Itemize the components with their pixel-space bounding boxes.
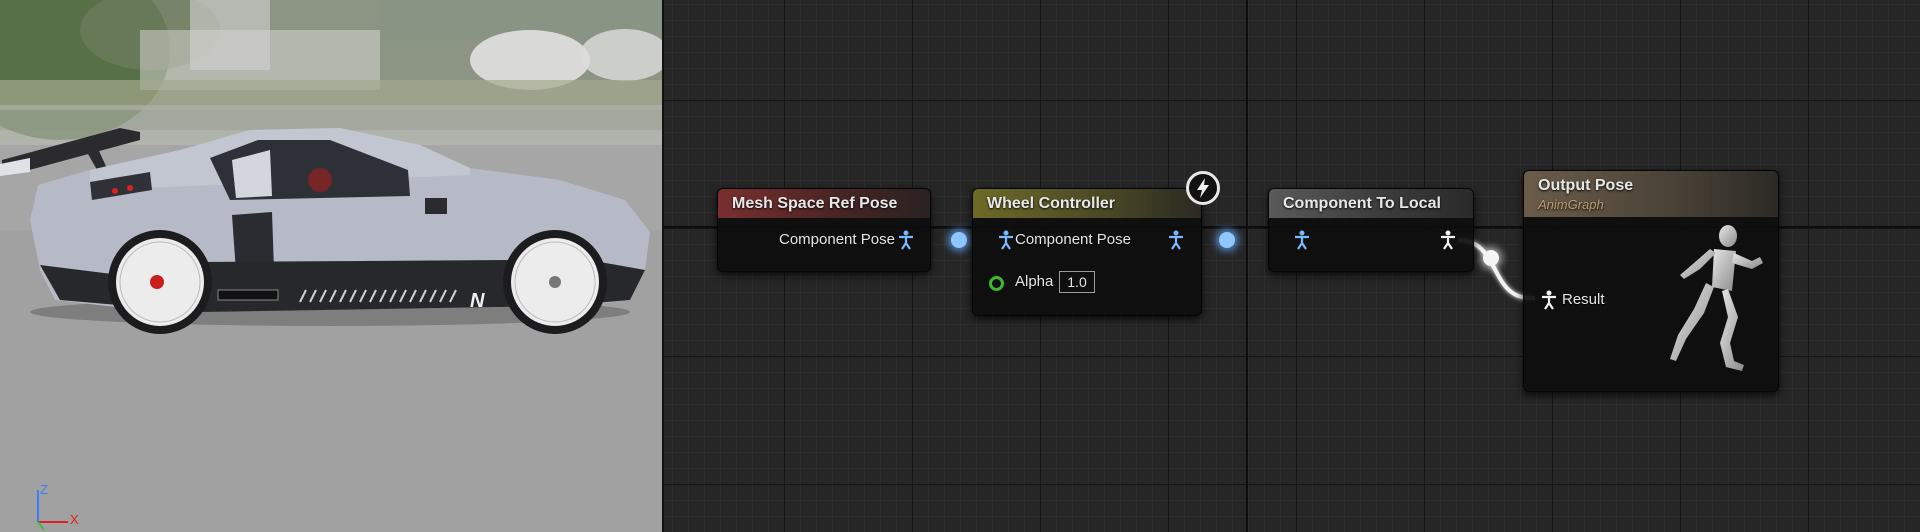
pose-pin-input-icon[interactable]: [1293, 230, 1311, 250]
node-title: Mesh Space Ref Pose: [732, 194, 898, 212]
alpha-pin-icon[interactable]: [989, 276, 1004, 291]
wire-knot-1[interactable]: [951, 232, 967, 248]
pose-pin-input-icon[interactable]: [997, 230, 1015, 250]
node-header: Wheel Controller: [973, 189, 1201, 218]
node-component-to-local[interactable]: Component To Local: [1268, 188, 1474, 272]
local-pose-pin-output-icon[interactable]: [1439, 230, 1457, 250]
local-pose-pin-input-icon[interactable]: [1540, 290, 1558, 310]
viewport-scene: N: [0, 0, 662, 532]
axis-gizmo: [37, 490, 68, 530]
node-title: Wheel Controller: [987, 194, 1116, 212]
node-wheel-controller[interactable]: Wheel Controller Component Pose Alpha 1.…: [972, 188, 1202, 316]
wire-knot-2[interactable]: [1219, 232, 1235, 248]
node-header: Output Pose AnimGraph: [1524, 171, 1778, 217]
pin-label-component-pose-out: Component Pose: [779, 231, 895, 248]
pose-pin-output-icon[interactable]: [897, 230, 915, 250]
node-header: Mesh Space Ref Pose: [718, 189, 930, 218]
viewport-3d[interactable]: N Z X: [0, 0, 662, 532]
node-subtitle: AnimGraph: [1538, 196, 1604, 212]
node-output-pose[interactable]: Output Pose AnimGraph Result: [1523, 170, 1779, 392]
node-header: Component To Local: [1269, 189, 1473, 218]
wire-knot-3[interactable]: [1483, 250, 1499, 266]
node-title: Component To Local: [1283, 194, 1441, 212]
pin-label-result: Result: [1562, 291, 1605, 308]
alpha-value-input[interactable]: 1.0: [1059, 271, 1095, 293]
running-mannequin-icon: [1670, 225, 1763, 371]
lightning-bolt-icon: [1186, 171, 1220, 205]
node-title: Output Pose: [1538, 176, 1634, 194]
graph-origin-vertical-line: [1246, 0, 1248, 532]
node-mesh-space-ref-pose[interactable]: Mesh Space Ref Pose Component Pose: [717, 188, 931, 272]
axis-label-x: X: [70, 512, 79, 527]
pose-pin-output-icon[interactable]: [1167, 230, 1185, 250]
axis-label-z: Z: [40, 482, 48, 497]
pin-label-component-pose-in: Component Pose: [1015, 231, 1131, 248]
svg-text:N: N: [470, 290, 485, 312]
pin-label-alpha: Alpha: [1015, 273, 1054, 290]
